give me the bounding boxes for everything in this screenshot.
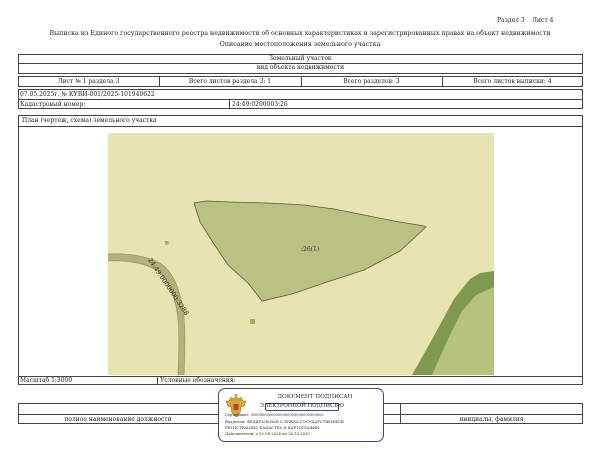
position-caption: полное наименование должности bbox=[64, 416, 172, 423]
stamp-owner-2: РЕГИСТРАЦИИ, КАДАСТРА И КАРТОГРАФИИ bbox=[225, 425, 320, 430]
small-marker-2 bbox=[250, 319, 255, 324]
stamp-owner-1: Владелец: ФЕДЕРАЛЬНАЯ СЛУЖБА ГОСУДАРСТВЕ… bbox=[225, 419, 344, 424]
sheet-number: Лист 4 bbox=[532, 17, 554, 24]
sheet-of-section: Лист № 1 раздела 3 bbox=[57, 78, 120, 85]
parcel-label: :26(1) bbox=[301, 246, 320, 253]
section-number: Раздел 3 bbox=[497, 17, 525, 24]
electronic-signature-stamp: ДОКУМЕНТ ПОДПИСАН ЭЛЕКТРОННОЙ ПОДПИСЬЮ С… bbox=[218, 388, 384, 442]
plan-map: :26(1) 24:49:0000000:3288 bbox=[108, 133, 494, 375]
plan-title: План (чертеж, схема) земельного участка bbox=[22, 117, 157, 124]
plan-map-svg bbox=[108, 200, 494, 375]
total-sheets-section: Всего листов раздела 3: 1 bbox=[188, 78, 272, 85]
cadastral-number: 24:49:0200003:26 bbox=[232, 100, 288, 108]
legend-label: Условные обозначения: bbox=[160, 377, 236, 384]
object-type-caption: вид объекта недвижимости bbox=[256, 64, 345, 71]
signature-caption: инициалы, фамилия bbox=[459, 416, 524, 423]
stamp-valid: Действителен: с 02.08.2024 по 26.10.2025 bbox=[225, 431, 310, 436]
document-title: Выписка из Единого государственного реес… bbox=[49, 30, 551, 37]
scale-label: Масштаб 1:3000 bbox=[20, 377, 73, 384]
cadastral-label: Кадастровый номер: bbox=[20, 100, 86, 108]
road-strip bbox=[108, 253, 186, 375]
stamp-line-1: ДОКУМЕНТ ПОДПИСАН bbox=[277, 394, 353, 400]
small-marker-1 bbox=[165, 241, 169, 245]
document-subtitle: Описание местоположения земельного участ… bbox=[219, 41, 381, 48]
total-sections: Всего разделов: 3 bbox=[343, 78, 400, 85]
date-number: 07.05.2025г. № КУВИ-001/2025-101940622 bbox=[20, 91, 155, 98]
stamp-line-2: ЭЛЕКТРОННОЙ ПОДПИСЬЮ bbox=[259, 403, 345, 409]
total-sheets-extract: Всего листов выписки: 4 bbox=[473, 78, 552, 85]
object-type: Земельный участок bbox=[269, 55, 332, 62]
stamp-cert: Сертификат: 0000000000000000000000000000… bbox=[225, 413, 324, 417]
